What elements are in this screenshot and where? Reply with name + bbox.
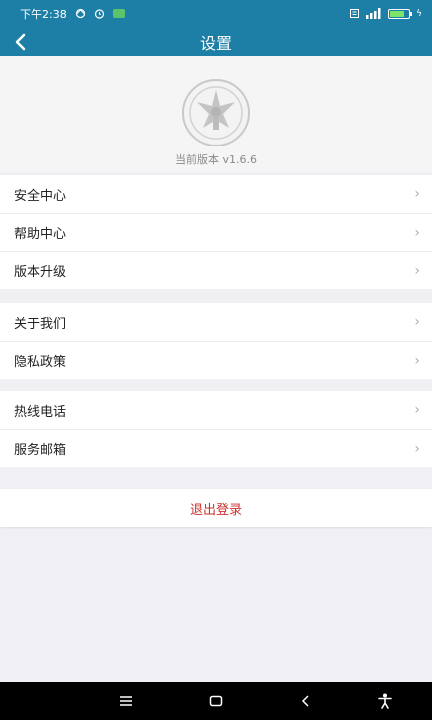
menu-item-label: 安全中心 (14, 188, 67, 204)
menu-item-about-us[interactable]: 关于我们 › (0, 303, 432, 341)
sync-icon (75, 8, 86, 19)
logout-button[interactable]: 退出登录 (0, 489, 432, 527)
menu-item-label: 隐私政策 (14, 355, 67, 370)
menu-item-version-upgrade[interactable]: 版本升级 › (0, 251, 432, 289)
home-icon (209, 695, 223, 707)
menu-item-security-center[interactable]: 安全中心 › (0, 175, 432, 213)
nav-back-button[interactable] (281, 682, 331, 720)
menu-item-label: 帮助中心 (14, 227, 67, 242)
chevron-right-icon: › (414, 186, 420, 202)
chevron-right-icon: › (414, 262, 420, 279)
menu-item-privacy-policy[interactable]: 隐私政策 › (0, 341, 432, 379)
version-text: 当前版本 v1.6.6 (175, 153, 257, 166)
status-time: 下午2:38 (20, 7, 67, 21)
chevron-left-icon (15, 33, 26, 51)
back-button[interactable] (8, 29, 34, 55)
accessibility-button[interactable] (360, 682, 410, 720)
menu-item-label: 服务邮箱 (14, 443, 67, 458)
page-title: 设置 (199, 33, 232, 53)
sim-icon (349, 8, 360, 19)
charging-icon: ϟ (416, 8, 422, 19)
battery-icon (388, 8, 413, 19)
chevron-right-icon: › (414, 224, 420, 241)
chevron-right-icon: › (414, 440, 420, 457)
menu-group-contact: 热线电话 › 服务邮箱 › (0, 391, 432, 467)
back-icon (301, 695, 309, 707)
chevron-right-icon: › (414, 402, 420, 418)
system-nav-bar (0, 682, 432, 720)
menu-item-hotline[interactable]: 热线电话 › (0, 391, 432, 429)
status-left: 下午2:38 (20, 6, 125, 22)
chevron-right-icon: › (414, 314, 420, 330)
menu-item-label: 热线电话 (14, 404, 67, 420)
menu-item-label: 关于我们 (14, 316, 67, 332)
menu-item-service-email[interactable]: 服务邮箱 › (0, 429, 432, 467)
menu-item-label: 版本升级 (14, 265, 67, 280)
menu-group-about: 关于我们 › 隐私政策 › (0, 303, 432, 379)
home-button[interactable] (191, 682, 241, 720)
status-bar: 下午2:38 ϟ (0, 0, 432, 27)
title-bar: 设置 (0, 27, 432, 56)
app-notification-icon (112, 9, 125, 18)
chevron-right-icon: › (414, 352, 420, 369)
accessibility-icon (378, 693, 392, 709)
signal-icon (366, 8, 382, 19)
menu-group-account: 安全中心 › 帮助中心 › 版本升级 › (0, 175, 432, 289)
header-area: 当前版本 v1.6.6 (0, 56, 432, 172)
menu-icon (120, 696, 132, 706)
menu-item-help-center[interactable]: 帮助中心 › (0, 213, 432, 251)
status-right: ϟ (349, 8, 422, 19)
alarm-icon (94, 8, 105, 19)
menu-button[interactable] (101, 682, 151, 720)
